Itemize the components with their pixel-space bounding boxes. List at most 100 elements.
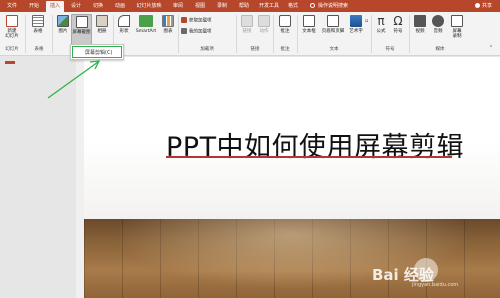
get-addins-label: 获取加载项 [189, 18, 212, 24]
table-button[interactable]: 表格 [29, 15, 47, 34]
ribbon-tab-bar: 文件 开始 插入 设计 切换 动画 幻灯片放映 审阅 视图 录制 帮助 开发工具… [0, 0, 500, 12]
table-label: 表格 [33, 29, 43, 34]
header-footer-button[interactable]: 页眉和页脚 [320, 15, 346, 34]
wordart-label: 艺术字 [349, 29, 363, 34]
picture-button[interactable]: 图片 [55, 15, 71, 34]
screenshot-label: 屏幕截图 [72, 30, 91, 35]
video-icon [414, 15, 426, 27]
lightbulb-icon [310, 3, 315, 8]
album-icon [96, 15, 108, 27]
shapes-button[interactable]: 形状 [116, 15, 132, 34]
text-extra-controls[interactable]: ▫ [365, 17, 368, 25]
action-label: 动作 [259, 29, 269, 34]
tab-review[interactable]: 审阅 [168, 1, 188, 12]
link-icon [241, 15, 253, 27]
addins-icon [181, 28, 187, 34]
tab-record[interactable]: 录制 [212, 1, 232, 12]
new-slide-icon [6, 15, 18, 27]
tab-help[interactable]: 帮助 [234, 1, 254, 12]
pi-icon: π [377, 14, 385, 28]
store-icon [181, 17, 187, 23]
video-button[interactable]: 视频 [412, 15, 428, 34]
tab-design[interactable]: 设计 [66, 1, 86, 12]
smartart-icon [139, 15, 153, 27]
album-label: 相册 [97, 29, 107, 34]
equation-label: 公式 [376, 29, 386, 34]
textbox-button[interactable]: 文本框 [299, 15, 319, 34]
group-slides-label: 幻灯片 [5, 47, 19, 52]
album-button[interactable]: 相册 [94, 15, 110, 34]
chart-icon [162, 15, 174, 27]
tab-slideshow[interactable]: 幻灯片放映 [132, 1, 166, 12]
slide-title[interactable]: PPT中如何使用屏幕剪辑 [166, 125, 464, 164]
header-footer-icon [327, 15, 339, 27]
group-links-label: 链接 [250, 47, 260, 52]
link-button[interactable]: 链接 [239, 15, 255, 34]
group-comments-label: 批注 [280, 47, 290, 52]
get-addins-button[interactable]: 获取加载项 [181, 17, 212, 25]
table-icon [32, 15, 44, 27]
textbox-icon [303, 15, 315, 27]
video-label: 视频 [415, 29, 425, 34]
group-tables-label: 表格 [34, 47, 44, 52]
tab-home[interactable]: 开始 [24, 1, 44, 12]
group-symbols-label: 符号 [385, 47, 395, 52]
screen-recording-icon [451, 15, 463, 27]
equation-button[interactable]: π 公式 [373, 15, 389, 34]
tab-transitions[interactable]: 切换 [88, 1, 108, 12]
screenshot-dropdown: 屏幕剪辑(C) [70, 44, 124, 60]
action-button[interactable]: 动作 [256, 15, 272, 34]
tab-view[interactable]: 视图 [190, 1, 210, 12]
smartart-button[interactable]: SmartArt [134, 15, 158, 34]
selected-slide-marker [5, 61, 15, 64]
wordart-button[interactable]: 艺术字 [347, 15, 365, 34]
group-addins-label: 加载项 [200, 47, 214, 52]
tab-insert[interactable]: 插入 [46, 1, 64, 12]
tab-developer[interactable]: 开发工具 [256, 1, 282, 12]
screenshot-button[interactable]: 屏幕截图 [71, 14, 92, 45]
audio-button[interactable]: 音频 [430, 15, 446, 34]
person-icon [474, 3, 480, 8]
screen-recording-label: 屏幕 录制 [452, 29, 462, 39]
share-button[interactable]: 共享 [474, 1, 492, 12]
thumbnail-scrollbar[interactable] [76, 57, 84, 298]
group-text-label: 文本 [329, 47, 339, 52]
audio-label: 音频 [433, 29, 443, 34]
picture-icon [57, 15, 69, 27]
title-underline [166, 156, 452, 158]
comment-icon [279, 15, 291, 27]
watermark-subtext: jingyan.baidu.com [412, 282, 459, 288]
group-media-label: 媒体 [435, 47, 445, 52]
symbol-label: 符号 [393, 29, 403, 34]
symbol-button[interactable]: Ω 符号 [390, 15, 406, 34]
baidu-watermark: Bai 经验 jingyan.baidu.com [372, 256, 494, 292]
my-addins-label: 我的加载项 [189, 29, 212, 35]
screenshot-icon [75, 16, 88, 28]
comment-label: 批注 [280, 29, 290, 34]
header-footer-label: 页眉和页脚 [321, 29, 345, 34]
tell-me-label: 操作说明搜索 [318, 3, 349, 9]
shapes-icon [118, 15, 130, 27]
thumbnail-pane [0, 57, 84, 298]
screen-recording-button[interactable]: 屏幕 录制 [448, 15, 466, 39]
tab-format[interactable]: 格式 [284, 1, 302, 12]
omega-icon: Ω [393, 14, 403, 28]
screen-clipping-menu-item[interactable]: 屏幕剪辑(C) [85, 49, 112, 56]
chart-button[interactable]: 图表 [160, 15, 176, 34]
picture-label: 图片 [58, 29, 68, 34]
new-slide-button[interactable]: 新建 幻灯片 [3, 15, 21, 39]
textbox-label: 文本框 [302, 29, 316, 34]
chart-label: 图表 [163, 29, 173, 34]
wordart-icon [350, 15, 362, 27]
smartart-label: SmartArt [135, 29, 157, 34]
link-label: 链接 [242, 29, 252, 34]
comment-button[interactable]: 批注 [276, 15, 294, 34]
shapes-label: 形状 [119, 29, 129, 34]
tell-me-search[interactable]: 操作说明搜索 [310, 1, 348, 12]
tab-animations[interactable]: 动画 [110, 1, 130, 12]
share-label: 共享 [481, 3, 492, 9]
tab-file[interactable]: 文件 [2, 1, 22, 12]
my-addins-button[interactable]: 我的加载项 [181, 28, 212, 36]
collapse-ribbon-icon[interactable]: ⌃ [486, 46, 496, 51]
star-icon [258, 15, 270, 27]
